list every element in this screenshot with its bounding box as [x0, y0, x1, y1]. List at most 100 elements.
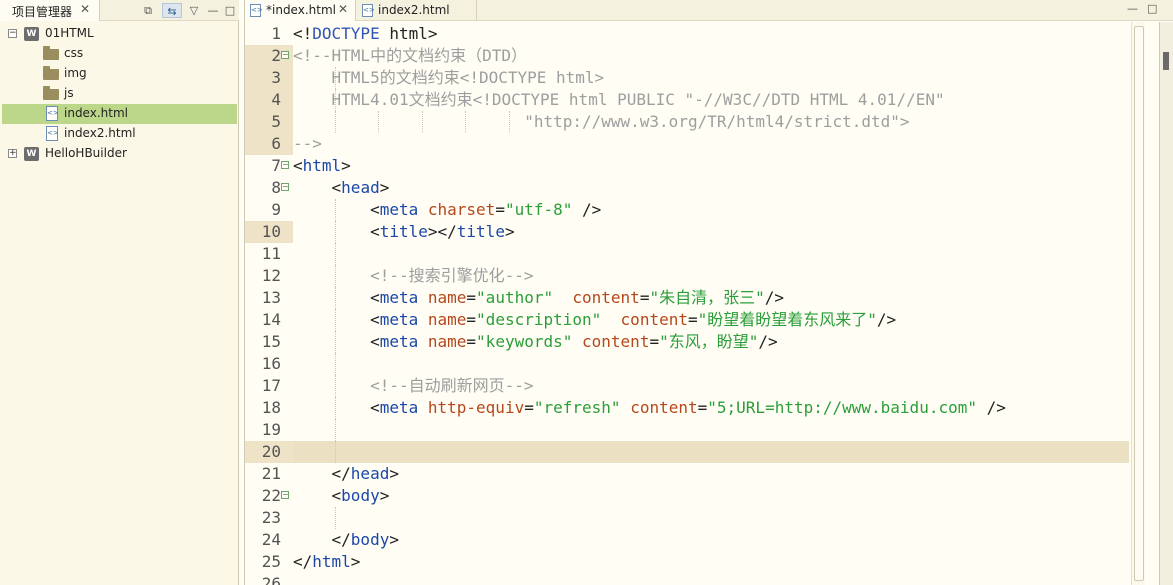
- code-token: <: [293, 222, 380, 241]
- tree-item-hellohbuilder[interactable]: + W HelloHBuilder: [2, 144, 237, 164]
- code-line[interactable]: 23: [245, 507, 1129, 529]
- fold-toggle-icon[interactable]: −: [281, 51, 289, 59]
- tree-item-01html[interactable]: − W 01HTML: [2, 24, 237, 44]
- collapse-icon[interactable]: −: [8, 29, 17, 38]
- code-line[interactable]: 16: [245, 353, 1129, 375]
- close-icon[interactable]: ✕: [338, 2, 348, 16]
- code-line[interactable]: 19: [245, 419, 1129, 441]
- code-token: =: [687, 310, 698, 329]
- code-line[interactable]: 4 HTML4.01文档约束<!DOCTYPE html PUBLIC "-//…: [245, 89, 1129, 111]
- tab-project-explorer[interactable]: 项目管理器 ✕: [0, 0, 100, 21]
- code-text-area[interactable]: 1 <!DOCTYPE html> 2− <!--HTML中的文档约束（DTD） 3 H…: [245, 22, 1129, 585]
- code-line[interactable]: 21 </head>: [245, 463, 1129, 485]
- code-token: ></: [427, 222, 457, 241]
- code-line[interactable]: 25 </html>: [245, 551, 1129, 573]
- html-file-icon: <>: [250, 4, 263, 17]
- minimize-icon[interactable]: —: [1127, 2, 1138, 15]
- line-number: 25: [261, 552, 281, 571]
- line-number: 10: [245, 221, 293, 243]
- code-line[interactable]: 17 <!--自动刷新网页-->: [245, 375, 1129, 397]
- code-line[interactable]: 26: [245, 573, 1129, 585]
- code-token: />: [764, 288, 784, 307]
- minimize-icon[interactable]: —: [205, 3, 221, 18]
- tree-item-index2-html[interactable]: <> index2.html: [2, 124, 237, 144]
- code-token: >: [389, 464, 399, 483]
- code-line[interactable]: 2− <!--HTML中的文档约束（DTD）: [245, 45, 1129, 67]
- code-line[interactable]: 22− <body>: [245, 485, 1129, 507]
- tree-item-label: HelloHBuilder: [45, 146, 127, 160]
- code-line[interactable]: 8− <head>: [245, 177, 1129, 199]
- code-line[interactable]: 20: [245, 441, 1129, 463]
- collapse-all-icon[interactable]: ⧉: [140, 3, 156, 18]
- fold-toggle-icon[interactable]: −: [281, 491, 289, 499]
- code-token: >: [350, 552, 361, 571]
- project-panel-tabbar: 项目管理器 ✕ ⧉ ⇆ ▽ — □: [0, 0, 239, 21]
- fold-toggle-icon[interactable]: −: [281, 161, 289, 169]
- code-text: <body>: [293, 485, 390, 507]
- line-number: 13: [261, 288, 281, 307]
- maximize-icon[interactable]: □: [1147, 2, 1157, 15]
- code-line[interactable]: 5 "http://www.w3.org/TR/html4/strict.dtd…: [245, 111, 1129, 133]
- view-menu-chevron-down-icon[interactable]: ▽: [186, 3, 202, 18]
- code-line[interactable]: 11: [245, 243, 1129, 265]
- line-number: 9: [271, 200, 281, 219]
- code-line[interactable]: 24 </body>: [245, 529, 1129, 551]
- line-number: 24: [261, 530, 281, 549]
- code-token: meta: [379, 398, 419, 417]
- tree-item-label: css: [64, 46, 84, 60]
- scrollbar-thumb[interactable]: [1134, 26, 1144, 581]
- code-token: =: [649, 332, 660, 351]
- line-number: 17: [261, 376, 281, 395]
- overview-ruler[interactable]: [1159, 22, 1173, 585]
- code-text: <html>: [293, 155, 351, 177]
- code-line[interactable]: 7− <html>: [245, 155, 1129, 177]
- code-line[interactable]: 3 HTML5的文档约束<!DOCTYPE html>: [245, 67, 1129, 89]
- project-icon: W: [24, 147, 39, 161]
- code-line[interactable]: 12 <!--搜索引擎优化-->: [245, 265, 1129, 287]
- tree-item-css[interactable]: css: [2, 44, 237, 64]
- expand-icon[interactable]: +: [8, 149, 17, 158]
- vertical-scrollbar[interactable]: [1131, 22, 1145, 585]
- code-token: name: [427, 310, 467, 329]
- code-text: <!--搜索引擎优化-->: [293, 265, 534, 287]
- code-token: =: [697, 398, 708, 417]
- code-token: <!--搜索引擎优化-->: [293, 266, 534, 285]
- link-with-editor-icon[interactable]: ⇆: [162, 3, 182, 18]
- tab-index2-html[interactable]: <> index2.html: [357, 0, 477, 21]
- maximize-icon[interactable]: □: [222, 3, 238, 18]
- code-token: <: [293, 200, 380, 219]
- line-number: 15: [261, 332, 281, 351]
- code-line[interactable]: 18 <meta http-equiv="refresh" content="5…: [245, 397, 1129, 419]
- code-line[interactable]: 1 <!DOCTYPE html>: [245, 23, 1129, 45]
- code-line[interactable]: 15 <meta name="keywords" content="东风，盼望"…: [245, 331, 1129, 353]
- tree-item-img[interactable]: img: [2, 64, 237, 84]
- tree-item-js[interactable]: js: [2, 84, 237, 104]
- code-token: </: [293, 464, 351, 483]
- fold-toggle-icon[interactable]: −: [281, 183, 289, 191]
- code-token: <: [293, 398, 380, 417]
- folder-icon: [43, 46, 59, 60]
- code-token: meta: [379, 310, 419, 329]
- tree-item-index-html[interactable]: <> index.html: [2, 104, 237, 124]
- code-text: <head>: [293, 177, 390, 199]
- code-token: />: [976, 398, 1006, 417]
- tree-item-label: 01HTML: [45, 26, 94, 40]
- code-token: >: [341, 156, 351, 175]
- code-line[interactable]: 10 <title></title>: [245, 221, 1129, 243]
- code-token: <: [293, 288, 380, 307]
- tab-index-html[interactable]: <> *index.html ✕: [245, 0, 356, 21]
- code-text: <!--HTML中的文档约束（DTD）: [293, 45, 527, 67]
- code-token: content: [630, 398, 698, 417]
- html-file-icon: <>: [46, 106, 59, 121]
- code-line[interactable]: 14 <meta name="description" content="盼望着…: [245, 309, 1129, 331]
- code-token: =: [466, 310, 477, 329]
- indent-guide: [334, 419, 336, 441]
- code-line[interactable]: 9 <meta charset="utf-8" />: [245, 199, 1129, 221]
- code-line[interactable]: 13 <meta name="author" content="朱自清，张三"/…: [245, 287, 1129, 309]
- code-line[interactable]: 6 -->: [245, 133, 1129, 155]
- code-token: charset: [427, 200, 496, 219]
- close-icon[interactable]: ✕: [80, 2, 90, 16]
- code-text: -->: [293, 133, 322, 155]
